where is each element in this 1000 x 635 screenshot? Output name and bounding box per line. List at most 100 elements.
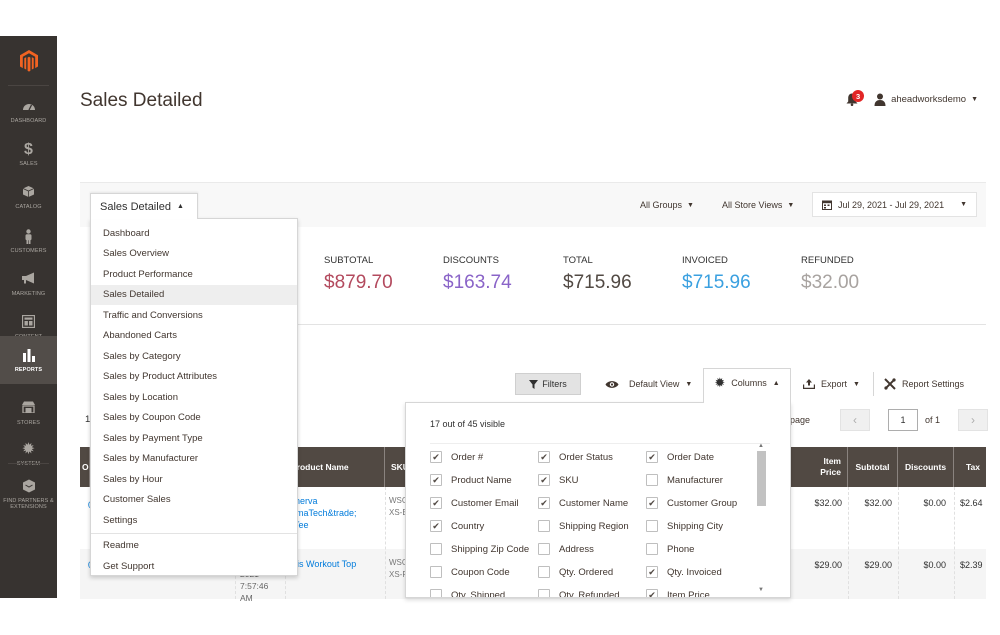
column-toggle-item-price[interactable]: ✔ Item Price <box>646 589 710 598</box>
checkmark-icon: ✔ <box>648 589 656 598</box>
column-toggle-label: Order Date <box>667 451 714 463</box>
column-toggle-qty-invoiced[interactable]: ✔ Qty. Invoiced <box>646 566 722 578</box>
checkbox-checked[interactable]: ✔ <box>430 451 442 463</box>
columns-scrollbar[interactable]: ▲ ▼ <box>756 443 768 595</box>
column-toggle-qty-shipped[interactable]: Qty. Shipped <box>430 589 505 597</box>
sidebar-item-sales[interactable]: $ Sales <box>0 131 57 177</box>
report-menu-item-sales-by-payment-type[interactable]: Sales by Payment Type <box>91 428 297 449</box>
column-header-product-name[interactable]: Product Name <box>285 447 385 487</box>
checkbox-checked[interactable]: ✔ <box>430 474 442 486</box>
report-menu-item-sales-by-coupon-code[interactable]: Sales by Coupon Code <box>91 408 297 429</box>
customer-groups-select[interactable]: All Groups ▼ <box>640 200 694 210</box>
checkbox-unchecked[interactable] <box>538 589 550 597</box>
checkbox-checked[interactable]: ✔ <box>538 497 550 509</box>
checkbox-unchecked[interactable] <box>538 520 550 532</box>
checkbox-unchecked[interactable] <box>430 589 442 597</box>
column-header-order[interactable]: O <box>80 447 90 487</box>
notifications-button[interactable]: 3 <box>846 90 865 106</box>
filters-button[interactable]: Filters <box>515 373 581 395</box>
checkbox-unchecked[interactable] <box>430 543 442 555</box>
report-menu-item-settings[interactable]: Settings <box>91 510 297 531</box>
report-menu-item-sales-by-manufacturer[interactable]: Sales by Manufacturer <box>91 449 297 470</box>
checkbox-unchecked[interactable] <box>430 566 442 578</box>
next-page-button[interactable]: › <box>958 409 988 431</box>
user-menu[interactable]: aheadworksdemo ▼ <box>874 93 978 106</box>
scroll-down-icon[interactable]: ▼ <box>758 587 764 593</box>
column-toggle-shipping-zip-code[interactable]: Shipping Zip Code <box>430 543 529 555</box>
date-range-picker[interactable]: Jul 29, 2021 - Jul 29, 2021 ▼ <box>812 192 977 217</box>
report-menu-item-customer-sales[interactable]: Customer Sales <box>91 490 297 511</box>
checkbox-checked[interactable]: ✔ <box>430 497 442 509</box>
report-menu-item-dashboard[interactable]: Dashboard <box>91 223 297 244</box>
report-menu-item-abandoned-carts[interactable]: Abandoned Carts <box>91 326 297 347</box>
column-toggle-coupon-code[interactable]: Coupon Code <box>430 566 510 578</box>
column-toggle-label: Customer Name <box>559 497 629 509</box>
sidebar-item-marketing[interactable]: Marketing <box>0 261 57 307</box>
store-views-select[interactable]: All Store Views ▼ <box>722 200 794 210</box>
default-view-select[interactable]: Default View ▼ <box>605 373 692 395</box>
report-menu-item-sales-overview[interactable]: Sales Overview <box>91 244 297 265</box>
checkbox-checked[interactable]: ✔ <box>538 474 550 486</box>
checkbox-checked[interactable]: ✔ <box>646 497 658 509</box>
checkbox-unchecked[interactable] <box>646 474 658 486</box>
column-toggle-qty-ordered[interactable]: Qty. Ordered <box>538 566 613 578</box>
column-toggle-country[interactable]: ✔ Country <box>430 520 484 532</box>
summary-label: Total <box>563 255 593 266</box>
checkbox-checked[interactable]: ✔ <box>430 520 442 532</box>
column-toggle-customer-name[interactable]: ✔ Customer Name <box>538 497 628 509</box>
column-toggle-sku[interactable]: ✔ SKU <box>538 474 579 486</box>
scrollbar-thumb[interactable] <box>757 451 766 506</box>
report-menu-item-product-performance[interactable]: Product Performance <box>91 264 297 285</box>
column-toggle-label: Manufacturer <box>667 474 723 486</box>
report-menu-item-sales-detailed[interactable]: Sales Detailed <box>91 284 297 305</box>
column-toggle-address[interactable]: Address <box>538 543 594 555</box>
report-settings-button[interactable]: Report Settings <box>884 373 964 395</box>
magento-logo[interactable] <box>0 36 57 86</box>
checkbox-checked[interactable]: ✔ <box>646 451 658 463</box>
sidebar-item-catalog[interactable]: Catalog <box>0 174 57 220</box>
report-menu-item-traffic-and-conversions[interactable]: Traffic and Conversions <box>91 305 297 326</box>
column-toggle-order[interactable]: ✔ Order # <box>430 451 483 463</box>
column-toggle-manufacturer[interactable]: Manufacturer <box>646 474 723 486</box>
column-toggle-customer-email[interactable]: ✔ Customer Email <box>430 497 519 509</box>
column-toggle-shipping-region[interactable]: Shipping Region <box>538 520 629 532</box>
report-menu-item-sales-by-hour[interactable]: Sales by Hour <box>91 469 297 490</box>
product-name-cell[interactable]: is Workout Top <box>297 558 356 570</box>
report-menu-item-get-support[interactable]: Get Support <box>91 556 297 577</box>
report-menu-item-readme[interactable]: Readme <box>91 536 297 557</box>
scroll-up-icon[interactable]: ▲ <box>758 443 764 449</box>
report-menu-item-sales-by-category[interactable]: Sales by Category <box>91 346 297 367</box>
sidebar-item-reports[interactable]: Reports <box>0 336 57 384</box>
column-toggle-shipping-city[interactable]: Shipping City <box>646 520 723 532</box>
column-header-tax[interactable]: Tax <box>954 447 986 487</box>
column-header-discounts[interactable]: Discounts <box>898 447 954 487</box>
column-toggle-order-date[interactable]: ✔ Order Date <box>646 451 714 463</box>
report-switcher-button[interactable]: Sales Detailed ▲ <box>90 193 198 219</box>
checkbox-unchecked[interactable] <box>646 520 658 532</box>
checkbox-unchecked[interactable] <box>538 566 550 578</box>
export-button[interactable]: Export ▼ <box>803 373 860 395</box>
column-toggle-order-status[interactable]: ✔ Order Status <box>538 451 613 463</box>
product-name-cell[interactable]: linerva umaTech&trade; -Tee <box>291 495 357 531</box>
checkbox-unchecked[interactable] <box>646 543 658 555</box>
checkbox-checked[interactable]: ✔ <box>646 566 658 578</box>
column-toggle-phone[interactable]: Phone <box>646 543 694 555</box>
columns-button[interactable]: ✹ Columns ▲ <box>703 368 791 403</box>
sidebar-item-dashboard[interactable]: Dashboard <box>0 88 57 134</box>
sidebar-item-find-partners[interactable]: Find Partners & Extensions <box>0 466 57 522</box>
report-menu-item-sales-by-product-attributes[interactable]: Sales by Product Attributes <box>91 367 297 388</box>
previous-page-button[interactable]: ‹ <box>840 409 870 431</box>
column-toggle-product-name[interactable]: ✔ Product Name <box>430 474 512 486</box>
column-header-item-price[interactable]: Item Price <box>796 447 848 487</box>
checkbox-unchecked[interactable] <box>538 543 550 555</box>
checkbox-checked[interactable]: ✔ <box>538 451 550 463</box>
column-header-subtotal[interactable]: Subtotal <box>848 447 898 487</box>
page-number-input[interactable]: 1 <box>888 409 918 431</box>
checkbox-checked[interactable]: ✔ <box>646 589 658 598</box>
report-menu-item-sales-by-location[interactable]: Sales by Location <box>91 387 297 408</box>
sidebar-item-customers[interactable]: Customers <box>0 218 57 264</box>
column-toggle-qty-refunded[interactable]: Qty. Refunded <box>538 589 620 597</box>
store-views-label: All Store Views <box>722 200 783 210</box>
sidebar-item-stores[interactable]: Stores <box>0 390 57 436</box>
column-toggle-customer-group[interactable]: ✔ Customer Group <box>646 497 737 509</box>
